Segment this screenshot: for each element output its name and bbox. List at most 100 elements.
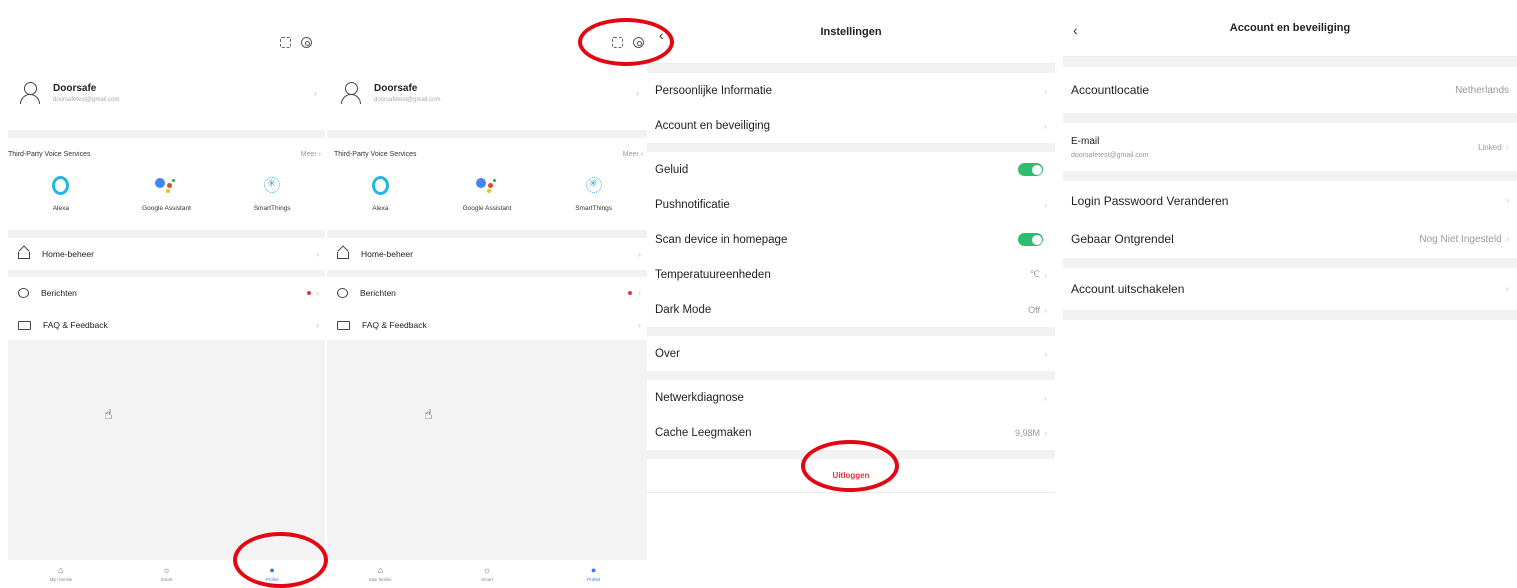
voice-service-label: Google Assistant (462, 205, 512, 212)
email-link-status: Linked (1478, 142, 1502, 152)
settings-item-label: Geluid (655, 163, 689, 176)
tab-smart[interactable]: ☼ Smart (457, 560, 517, 588)
profile-header: Doorsafe doorsafetest@gmail.com › (327, 0, 647, 130)
sound-toggle[interactable] (1018, 163, 1043, 176)
settings-item-about[interactable]: Over › (647, 336, 1055, 371)
settings-item-label: Account en beveiliging (655, 119, 771, 132)
section-divider (1063, 113, 1517, 123)
account-header: ‹ Account en beveiliging (1063, 0, 1517, 57)
chevron-right-icon: › (638, 288, 641, 298)
tab-family[interactable]: ⌂ Mijn familie (31, 560, 91, 588)
account-item-label: E-mail (1071, 135, 1100, 147)
voice-service-label: Google Assistant (142, 205, 191, 212)
gesture-unlock-row[interactable]: Gebaar Ontgrendel Nog Niet Ingesteld › (1063, 220, 1517, 258)
annotation-ellipse-settings-gear (578, 18, 674, 66)
user-info-row[interactable]: Doorsafe doorsafetest@gmail.com › (20, 82, 317, 104)
voice-service-smartthings[interactable]: SmartThings (227, 172, 317, 230)
voice-services-list: Alexa Google Assistant SmartThings (8, 168, 325, 230)
alexa-icon (371, 175, 389, 195)
tab-profile[interactable]: ● Profiel (564, 560, 624, 588)
chevron-right-icon: › (1505, 283, 1509, 295)
back-arrow-icon[interactable]: ‹ (1073, 22, 1078, 38)
chevron-right-icon: › (1044, 304, 1047, 315)
message-icon (18, 288, 29, 298)
chevron-right-icon: › (1044, 120, 1047, 131)
smartthings-icon (585, 177, 602, 193)
voice-more-link[interactable]: Meer › (301, 151, 321, 168)
chevron-right-icon: › (316, 249, 319, 259)
settings-item-dark-mode[interactable]: Dark Mode Off › (647, 292, 1055, 327)
hand-cursor-icon: ☝ (424, 406, 433, 422)
settings-panel: ‹ Instellingen Persoonlijke Informatie ›… (647, 0, 1055, 588)
section-divider (327, 270, 647, 277)
chevron-right-icon: › (1044, 269, 1047, 280)
voice-service-alexa[interactable]: Alexa (16, 172, 106, 230)
chevron-right-icon: › (314, 88, 317, 98)
message-icon (337, 288, 348, 298)
account-location-row[interactable]: Accountlocatie Netherlands (1063, 67, 1517, 113)
menu-item-messages[interactable]: Berichten › (327, 277, 647, 309)
settings-gear-icon[interactable] (301, 37, 312, 48)
unread-badge (628, 291, 632, 295)
gesture-unlock-value: Nog Niet Ingesteld (1419, 233, 1502, 245)
menu-item-label: Home-beheer (42, 249, 94, 259)
chevron-right-icon: › (1505, 141, 1509, 153)
user-info-row[interactable]: Doorsafe doorsafetest@gmail.com › (341, 82, 639, 104)
account-location-value: Netherlands (1455, 84, 1509, 96)
menu-item-messages[interactable]: Berichten › (8, 277, 325, 309)
section-divider (8, 270, 325, 277)
section-divider (647, 371, 1055, 380)
settings-item-sound: Geluid (647, 152, 1055, 187)
sun-icon: ☼ (162, 565, 171, 575)
menu-item-label: FAQ & Feedback (362, 320, 427, 330)
voice-service-alexa[interactable]: Alexa (335, 172, 425, 230)
chevron-right-icon: › (1044, 85, 1047, 96)
menu-item-faq[interactable]: FAQ & Feedback › (8, 309, 325, 341)
chevron-right-icon: › (636, 88, 639, 98)
profile-panel-2: Doorsafe doorsafetest@gmail.com › Third-… (327, 0, 647, 588)
tab-smart[interactable]: ☼ Smart (136, 560, 196, 588)
temperature-unit-value: ℃ (1029, 269, 1040, 279)
scan-icon[interactable] (280, 37, 291, 48)
section-divider (1063, 171, 1517, 181)
voice-more-link[interactable]: Meer › (623, 151, 643, 168)
voice-service-smartthings[interactable]: SmartThings (549, 172, 639, 230)
menu-item-faq[interactable]: FAQ & Feedback › (327, 309, 647, 341)
settings-item-label: Cache Leegmaken (655, 426, 752, 439)
avatar-icon (341, 82, 361, 104)
settings-item-network[interactable]: Netwerkdiagnose › (647, 380, 1055, 415)
settings-item-temperature[interactable]: Temperatuureenheden ℃ › (647, 257, 1055, 292)
home-icon (337, 252, 349, 259)
chevron-right-icon: › (1044, 199, 1047, 210)
voice-services-list: Alexa Google Assistant SmartThings (327, 168, 647, 230)
tab-family[interactable]: ⌂ Mijn familie (350, 560, 410, 588)
disable-account-row[interactable]: Account uitschakelen › (1063, 268, 1517, 310)
settings-item-label: Pushnotificatie (655, 198, 730, 211)
settings-item-push[interactable]: Pushnotificatie › (647, 187, 1055, 222)
settings-item-personal[interactable]: Persoonlijke Informatie › (647, 73, 1055, 108)
voice-service-google-assistant[interactable]: Google Assistant (442, 172, 532, 230)
unread-badge (307, 291, 311, 295)
section-divider (327, 230, 647, 238)
profile-header: Doorsafe doorsafetest@gmail.com › (8, 0, 325, 130)
home-tab-icon: ⌂ (377, 565, 384, 575)
section-divider (8, 130, 325, 138)
avatar-icon (20, 82, 40, 104)
email-row[interactable]: E-mail doorsafetest@gmail.com Linked › (1063, 123, 1517, 171)
voice-services-header: Third-Party Voice Services Meer › (8, 138, 325, 168)
settings-item-label: Netwerkdiagnose (655, 391, 744, 404)
settings-header: ‹ Instellingen (647, 0, 1055, 64)
settings-item-account[interactable]: Account en beveiliging › (647, 108, 1055, 143)
scan-toggle[interactable] (1018, 233, 1043, 246)
section-divider (1063, 57, 1517, 67)
chevron-right-icon: › (1505, 195, 1509, 206)
menu-item-home[interactable]: Home-beheer › (327, 238, 647, 270)
home-icon (18, 252, 30, 259)
menu-item-label: Berichten (360, 288, 396, 298)
change-password-row[interactable]: Login Passwoord Veranderen › (1063, 181, 1517, 220)
section-divider (1063, 310, 1517, 320)
settings-item-label: Scan device in homepage (655, 233, 788, 246)
voice-service-google-assistant[interactable]: Google Assistant (121, 172, 211, 230)
menu-item-home[interactable]: Home-beheer › (8, 238, 325, 270)
profile-panel-1: Doorsafe doorsafetest@gmail.com › Third-… (8, 0, 325, 588)
